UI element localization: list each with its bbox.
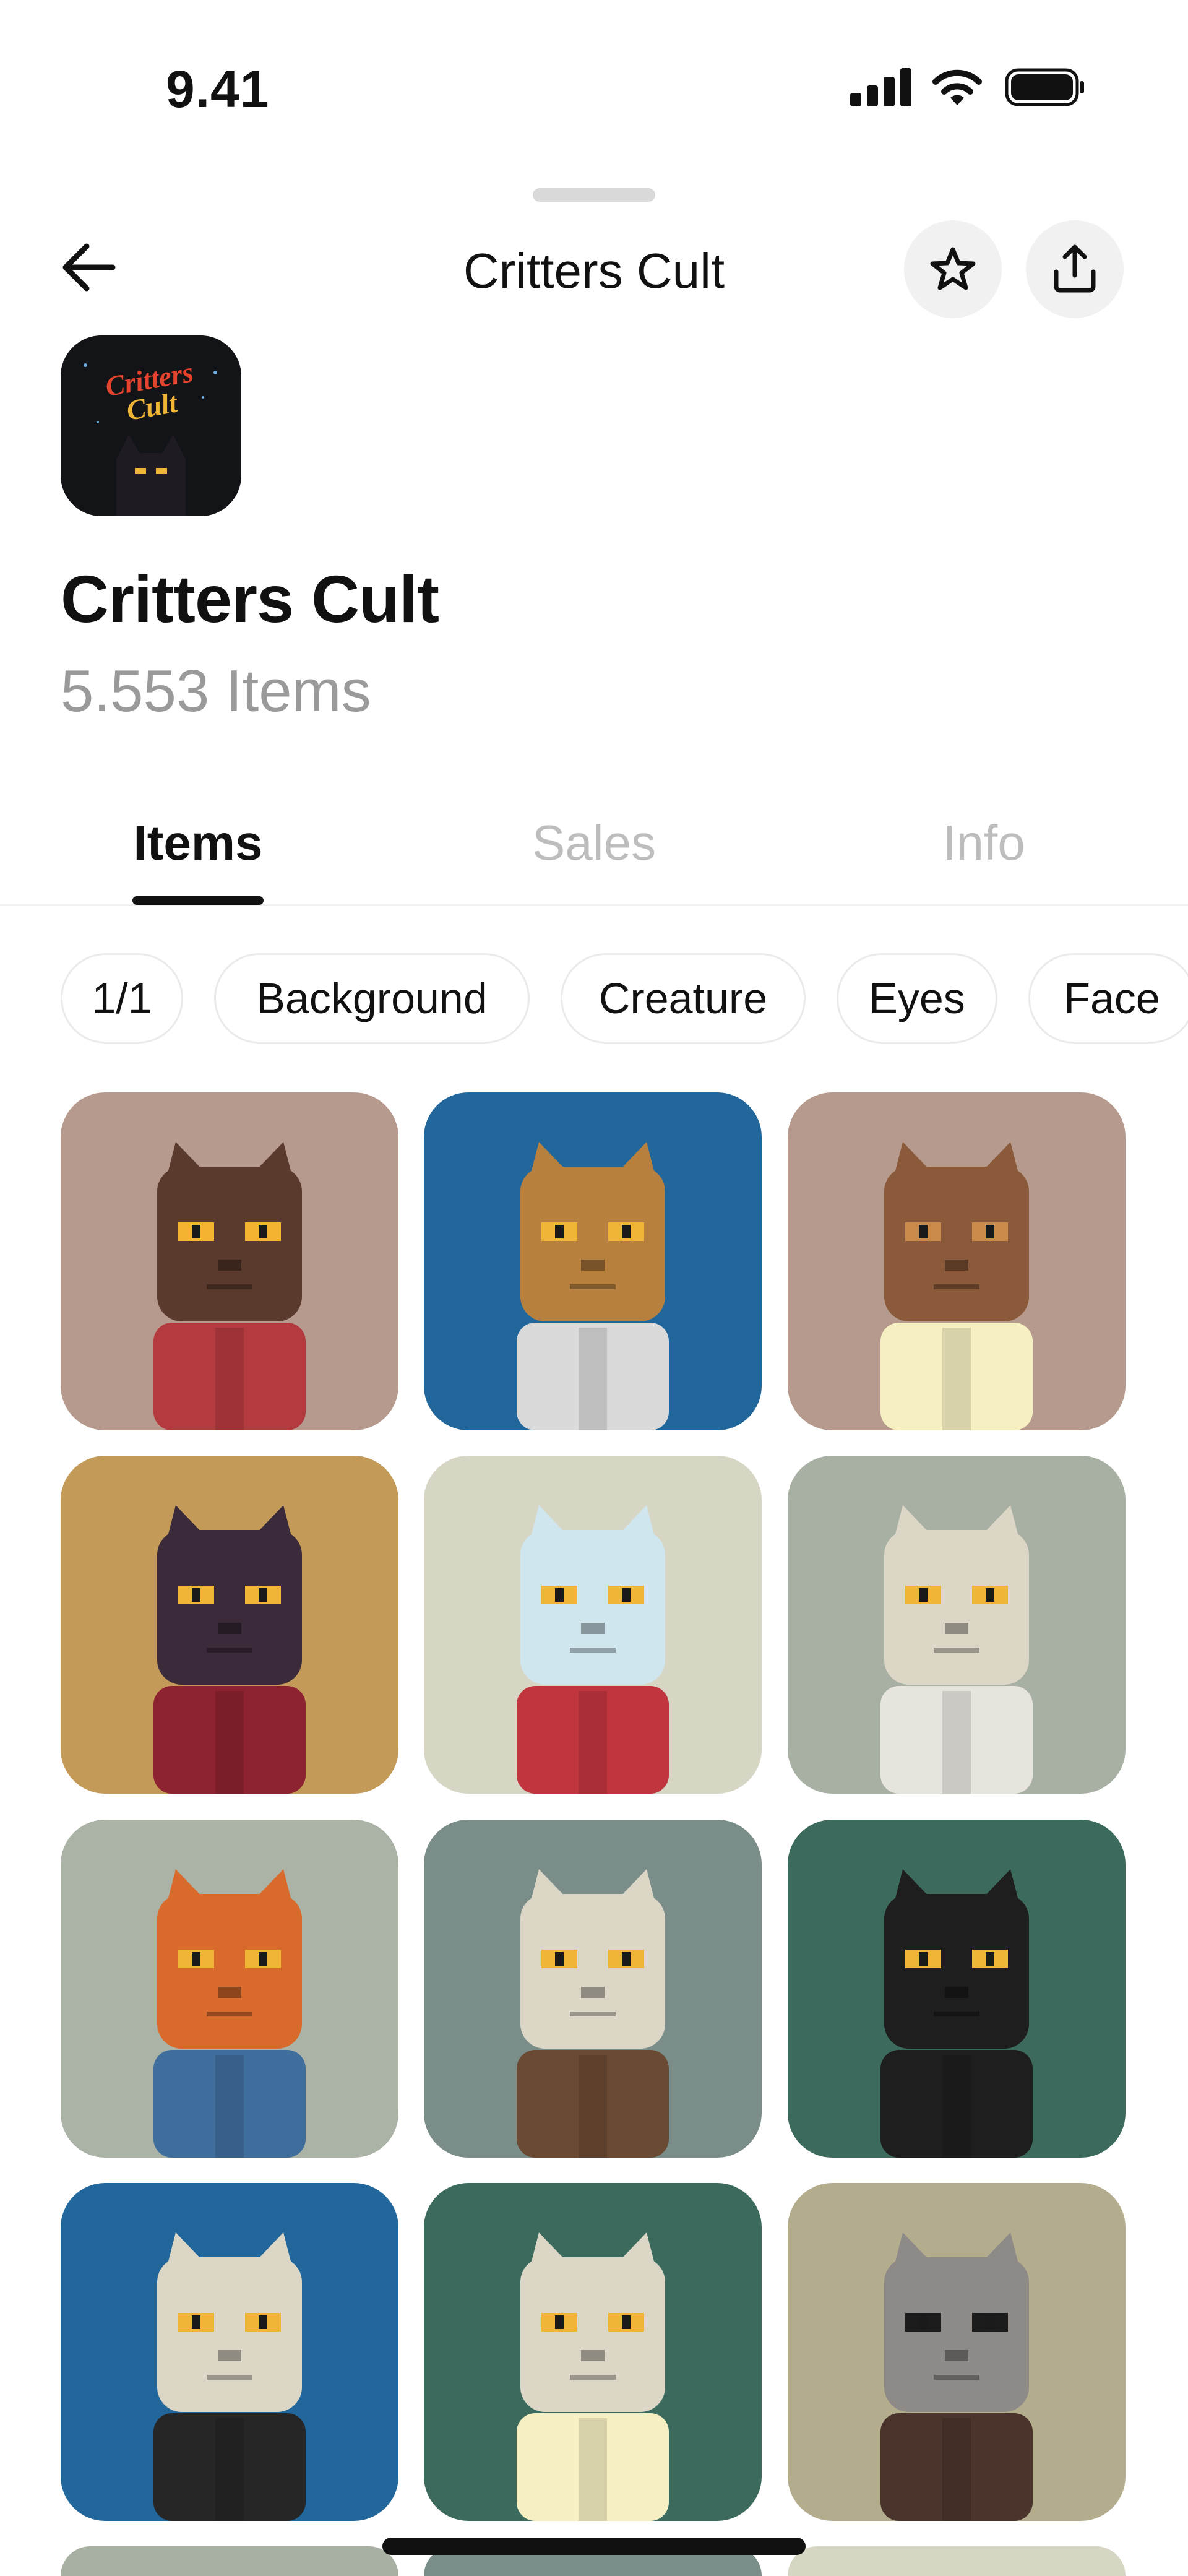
tab-bar: Items Sales Info: [0, 792, 1188, 906]
collection-item-count: 5.553 Items: [61, 658, 371, 724]
nft-item-image: [788, 1092, 1126, 1430]
filter-chip-creature[interactable]: Creature: [561, 953, 806, 1044]
collection-logo: Critters Cult: [61, 335, 241, 516]
filter-chip-background[interactable]: Background: [214, 953, 530, 1044]
nft-item-image: [424, 2183, 762, 2521]
nft-item-image: [61, 1456, 398, 1794]
battery-icon: [1005, 68, 1084, 106]
nft-item-tile[interactable]: [61, 2183, 398, 2521]
filter-chip-1-of-1[interactable]: 1/1: [61, 953, 183, 1044]
nft-item-tile-partial[interactable]: [61, 2546, 398, 2576]
favorite-button[interactable]: [904, 220, 1002, 318]
nft-item-tile[interactable]: [424, 1820, 762, 2158]
cellular-signal-icon: [850, 68, 912, 106]
tab-sales[interactable]: Sales: [501, 815, 687, 871]
share-button[interactable]: [1026, 220, 1124, 318]
filter-chip-face[interactable]: Face: [1028, 953, 1188, 1044]
nft-item-tile[interactable]: [788, 1092, 1126, 1430]
collection-title: Critters Cult: [61, 561, 439, 636]
filter-chip-eyes[interactable]: Eyes: [837, 953, 997, 1044]
nft-item-image: [788, 2183, 1126, 2521]
home-indicator: [382, 2538, 806, 2555]
nft-item-tile[interactable]: [788, 2183, 1126, 2521]
nft-item-image: [61, 1092, 398, 1430]
wifi-icon: [932, 69, 982, 105]
nft-item-image: [61, 2183, 398, 2521]
nft-item-tile[interactable]: [424, 2183, 762, 2521]
nft-item-image: [424, 1456, 762, 1794]
nft-item-tile[interactable]: [424, 1092, 762, 1430]
nft-item-tile-partial[interactable]: [788, 2546, 1126, 2576]
filter-chips: 1/1 Background Creature Eyes Face: [0, 953, 1188, 1046]
active-tab-indicator: [132, 896, 264, 905]
nft-item-tile[interactable]: [788, 1456, 1126, 1794]
star-icon: [930, 247, 976, 290]
nft-item-tile[interactable]: [424, 1456, 762, 1794]
nft-item-image: [788, 1456, 1126, 1794]
nft-item-image: [788, 1820, 1126, 2158]
nft-item-image: [424, 1820, 762, 2158]
tab-info[interactable]: Info: [891, 815, 1077, 871]
status-time: 9.41: [166, 60, 270, 118]
nft-item-image: [61, 1820, 398, 2158]
tab-items[interactable]: Items: [132, 815, 264, 871]
nav-title: Critters Cult: [463, 243, 725, 298]
share-icon: [1054, 244, 1096, 293]
nft-item-tile[interactable]: [61, 1456, 398, 1794]
nft-item-image: [424, 1092, 762, 1430]
back-arrow-icon[interactable]: [59, 241, 119, 293]
nft-item-tile[interactable]: [61, 1820, 398, 2158]
nft-item-tile[interactable]: [61, 1092, 398, 1430]
sheet-grabber[interactable]: [533, 188, 655, 202]
nft-item-tile[interactable]: [788, 1820, 1126, 2158]
status-bar: 9.41: [0, 0, 1188, 173]
